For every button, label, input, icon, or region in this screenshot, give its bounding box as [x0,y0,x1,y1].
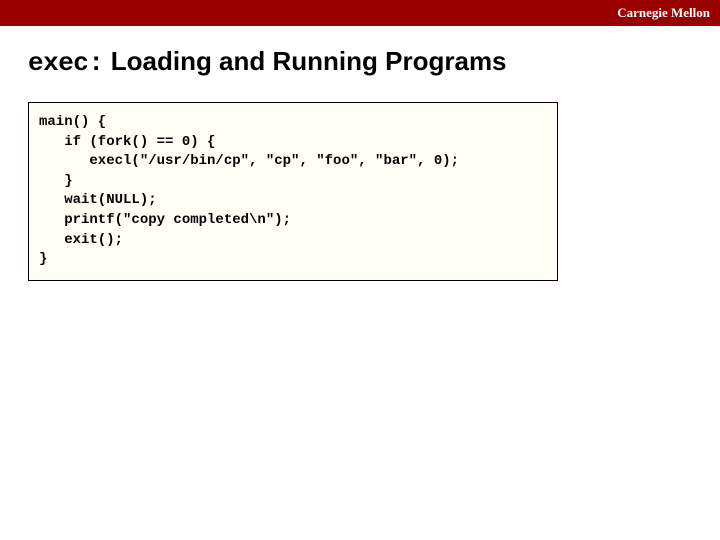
title-rest: Loading and Running Programs [104,46,507,76]
header-bar: Carnegie Mellon [0,0,720,26]
title-mono: exec: [28,48,104,78]
slide-content: exec: Loading and Running Programs main(… [0,26,720,281]
code-block: main() { if (fork() == 0) { execl("/usr/… [28,102,558,281]
slide-title: exec: Loading and Running Programs [28,46,692,78]
brand-label: Carnegie Mellon [617,5,710,21]
